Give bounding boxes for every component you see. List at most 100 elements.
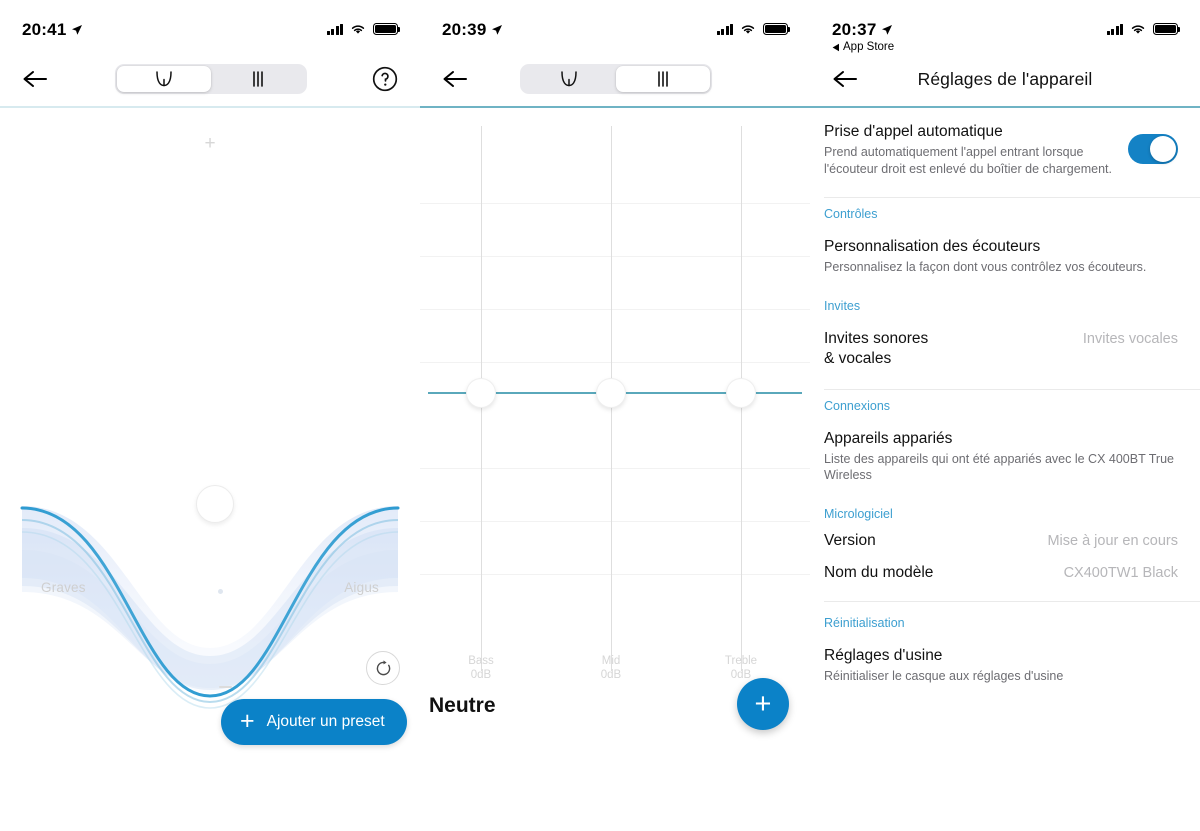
status-left-panel-3: 20:37 App Store <box>832 20 894 53</box>
setting-text: Invites sonores & vocales <box>824 329 1073 369</box>
status-time-text: 20:39 <box>442 20 487 39</box>
reset-eq-button[interactable] <box>366 651 400 685</box>
group-heading-prompts: Invites <box>824 298 861 313</box>
eq-label-treble: Aigus <box>344 580 379 595</box>
segment-eq-curve[interactable] <box>117 66 211 92</box>
wifi-icon <box>741 25 755 34</box>
setting-value: Invites vocales <box>1082 330 1178 347</box>
setting-title: Nom du modèle <box>824 563 934 581</box>
setting-row-earbud-customization[interactable]: Personnalisation des écouteurs Personnal… <box>810 223 1200 290</box>
status-bar-panel-1: 20:41 <box>0 0 420 52</box>
reset-circular-arrow-icon <box>376 659 390 675</box>
setting-row-paired-devices[interactable]: Appareils appariés Liste des appareils q… <box>810 415 1200 498</box>
wifi-icon <box>1131 25 1145 34</box>
setting-row-factory-reset[interactable]: Réglages d'usine Réinitialiser le casque… <box>810 632 1200 699</box>
eq-curve-graph <box>20 506 400 709</box>
setting-subtitle: Personnalisez la façon dont vous contrôl… <box>824 260 1147 274</box>
slider-value-bass: 0dB <box>470 669 492 681</box>
cellular-signal-icon <box>326 23 343 35</box>
three-panel-screenshot: 20:41 + Graves Aigus + Ajouter un preset… <box>0 0 1200 831</box>
slider-name-mid: Mid <box>601 655 621 667</box>
nav-bar-panel-3: Réglages de l'appareil <box>810 52 1200 106</box>
panel-eq-curve: 20:41 + Graves Aigus + Ajouter un preset <box>0 0 420 831</box>
back-arrow-icon[interactable] <box>442 68 470 90</box>
plus-icon: + <box>754 687 772 720</box>
plus-icon: + <box>240 706 255 735</box>
status-time-panel-1: 20:41 <box>22 20 83 40</box>
group-heading-reset: Réinitialisation <box>824 615 905 630</box>
slider-caption-bass: Bass 0dB <box>441 654 521 682</box>
setting-text: Personnalisation des écouteurs Personnal… <box>824 237 1178 276</box>
setting-text: Prise d'appel automatique Prend automati… <box>824 122 1118 177</box>
back-arrow-icon[interactable] <box>22 68 50 90</box>
battery-icon <box>373 23 401 35</box>
slider-thumb-bass[interactable] <box>466 378 496 408</box>
setting-value: CX400TW1 Black <box>1063 564 1178 581</box>
add-preset-button[interactable]: + Ajouter un preset <box>221 699 407 745</box>
back-arrow-icon[interactable] <box>832 68 860 90</box>
gridline <box>420 362 810 363</box>
location-arrow-icon <box>492 25 503 35</box>
eq-label-bass: Graves <box>41 580 86 595</box>
preset-name-label: Neutre <box>429 694 496 717</box>
status-time-text: 20:37 <box>832 20 877 39</box>
gridline <box>420 468 810 469</box>
setting-title: Version <box>824 531 876 549</box>
setting-text: Version <box>824 531 1037 551</box>
panel-eq-sliders: 20:39 Bass 0dB Mid 0dB Treble 0dB Neutre… <box>420 0 810 831</box>
setting-row-model-name[interactable]: Nom du modèle CX400TW1 Black <box>810 557 1200 595</box>
eq-sliders-icon <box>253 71 263 87</box>
help-question-icon[interactable] <box>372 66 398 92</box>
gridline <box>420 574 810 575</box>
setting-subtitle: Réinitialiser le casque aux réglages d'u… <box>824 668 1064 683</box>
eq-view-segmented-control[interactable] <box>115 64 307 94</box>
wifi-icon <box>351 25 365 34</box>
group-heading-controls: Contrôles <box>824 207 878 221</box>
setting-title: Invites sonores & vocales <box>824 329 929 367</box>
status-time-panel-2: 20:39 <box>442 20 503 40</box>
segment-eq-sliders[interactable] <box>211 66 305 92</box>
eq-curve-stage[interactable]: + Graves Aigus + Ajouter un preset <box>0 108 420 768</box>
segment-eq-sliders[interactable] <box>616 66 710 92</box>
slider-name-treble: Treble <box>724 655 758 667</box>
eq-center-dot <box>218 589 223 594</box>
slider-caption-mid: Mid 0dB <box>571 654 651 682</box>
setting-subtitle: Prend automatiquement l'appel entrant lo… <box>824 145 1112 176</box>
group-heading-connections: Connexions <box>824 398 891 413</box>
status-bar-panel-3: 20:37 App Store <box>810 0 1200 53</box>
gridline <box>420 256 810 257</box>
slider-thumb-mid[interactable] <box>596 378 626 408</box>
eq-sliders-stage[interactable]: Bass 0dB Mid 0dB Treble 0dB Neutre + <box>420 108 810 748</box>
eq-view-segmented-control[interactable] <box>520 64 712 94</box>
status-time-panel-3: 20:37 <box>832 20 893 40</box>
status-right-panel-1 <box>326 20 401 35</box>
gridline <box>420 309 810 310</box>
group-heading-firmware: Micrologiciel <box>824 506 893 521</box>
toggle-knob <box>1150 136 1176 162</box>
eq-curve-handle[interactable] <box>196 485 234 523</box>
add-preset-label: Ajouter un preset <box>266 713 385 730</box>
auto-call-toggle[interactable] <box>1128 134 1178 164</box>
settings-list: Prise d'appel automatique Prend automati… <box>810 108 1200 698</box>
segment-eq-curve[interactable] <box>522 66 616 92</box>
setting-row-audio-voice-prompts[interactable]: Invites sonores & vocales Invites vocale… <box>810 315 1200 383</box>
setting-text: Nom du modèle <box>824 563 1054 583</box>
add-preset-fab[interactable]: + <box>737 678 789 730</box>
setting-title: Appareils appariés <box>824 429 953 447</box>
status-left-panel-2: 20:39 <box>442 20 503 40</box>
setting-title: Réglages d'usine <box>824 646 943 664</box>
back-triangle-icon <box>832 43 839 51</box>
setting-row-version[interactable]: Version Mise à jour en cours <box>810 523 1200 557</box>
setting-row-auto-call[interactable]: Prise d'appel automatique Prend automati… <box>810 108 1200 191</box>
setting-title: Personnalisation des écouteurs <box>824 238 1041 255</box>
status-time-text: 20:41 <box>22 20 67 39</box>
eq-curve-icon <box>156 71 172 87</box>
location-arrow-icon <box>72 25 83 35</box>
sheet-grabber <box>219 686 232 688</box>
eq-sliders-icon <box>658 71 668 87</box>
status-left-panel-1: 20:41 <box>22 20 83 40</box>
slider-thumb-treble[interactable] <box>726 378 756 408</box>
location-arrow-icon <box>882 25 893 35</box>
panel-device-settings: 20:37 App Store Réglages de l'appareil P… <box>810 0 1200 831</box>
gridline <box>420 203 810 204</box>
